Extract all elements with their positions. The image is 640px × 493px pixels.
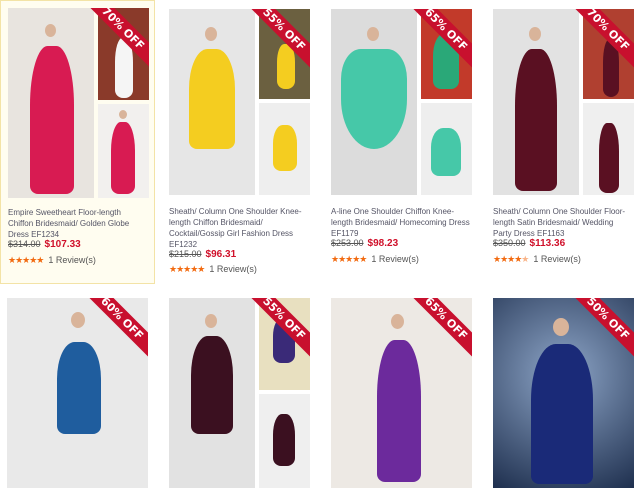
- rating-row: ★★★★★ 1 Review(s): [8, 255, 96, 266]
- rating-row: ★★★★★ 1 Review(s): [493, 254, 581, 265]
- thumb-photo-2: [98, 104, 149, 198]
- star-rating-icon: ★★★★★: [169, 264, 205, 274]
- sale-price: $96.31: [205, 249, 237, 260]
- product-title[interactable]: Sheath/ Column One Shoulder Knee-length …: [169, 206, 309, 250]
- discount-ribbon: 65% OFF: [408, 9, 472, 73]
- product-card-2[interactable]: 55% OFF Sheath/ Column One Shoulder Knee…: [162, 0, 317, 284]
- main-photo: [331, 9, 417, 195]
- price-block: $215.00 $96.31: [169, 249, 236, 260]
- thumb-photo-2: [259, 103, 310, 195]
- price-block: $314.00 $107.33: [8, 239, 81, 250]
- product-card-5[interactable]: 60% OFF: [0, 296, 155, 493]
- rating-row: ★★★★★ 1 Review(s): [331, 254, 419, 265]
- product-card-6[interactable]: 55% OFF: [162, 296, 317, 493]
- star-rating-icon: ★★★★★: [493, 254, 529, 264]
- discount-ribbon: 70% OFF: [570, 9, 634, 73]
- discount-ribbon: 70% OFF: [85, 8, 149, 72]
- star-rating-icon: ★★★★★: [8, 255, 44, 265]
- product-card-3[interactable]: 65% OFF A-line One Shoulder Chiffon Knee…: [324, 0, 479, 284]
- original-price: $314.00: [8, 239, 41, 249]
- product-image-7[interactable]: 65% OFF: [331, 298, 472, 488]
- product-card-4[interactable]: 70% OFF Sheath/ Column One Shoulder Floo…: [486, 0, 640, 284]
- product-image-1[interactable]: 70% OFF: [8, 8, 149, 198]
- rating-row: ★★★★★ 1 Review(s): [169, 264, 257, 275]
- original-price: $215.00: [169, 249, 202, 259]
- sale-price: $113.36: [529, 238, 566, 249]
- product-image-8[interactable]: 50% OFF: [493, 298, 634, 488]
- main-photo: [169, 298, 255, 488]
- discount-ribbon: 65% OFF: [408, 298, 472, 362]
- product-title[interactable]: A-line One Shoulder Chiffon Knee-length …: [331, 206, 471, 239]
- product-image-6[interactable]: 55% OFF: [169, 298, 310, 488]
- sale-price: $98.23: [367, 238, 399, 249]
- thumb-photo-2: [421, 103, 472, 195]
- review-link[interactable]: 1 Review(s): [209, 264, 257, 274]
- original-price: $350.00: [493, 238, 526, 248]
- thumb-photo-2: [259, 394, 310, 488]
- main-photo: [8, 8, 94, 198]
- review-link[interactable]: 1 Review(s): [371, 254, 419, 264]
- product-image-5[interactable]: 60% OFF: [7, 298, 148, 488]
- product-image-4[interactable]: 70% OFF: [493, 9, 634, 195]
- price-block: $253.00 $98.23: [331, 238, 398, 249]
- discount-ribbon: 55% OFF: [246, 9, 310, 73]
- thumb-photo-2: [583, 103, 634, 195]
- product-title[interactable]: Empire Sweetheart Floor-length Chiffon B…: [8, 207, 148, 240]
- product-image-2[interactable]: 55% OFF: [169, 9, 310, 195]
- product-card-7[interactable]: 65% OFF: [324, 296, 479, 493]
- main-photo: [493, 9, 579, 195]
- main-photo: [169, 9, 255, 195]
- review-link[interactable]: 1 Review(s): [48, 255, 96, 265]
- sale-price: $107.33: [44, 239, 81, 250]
- discount-ribbon: 55% OFF: [246, 298, 310, 362]
- star-rating-icon: ★★★★★: [331, 254, 367, 264]
- discount-ribbon: 60% OFF: [84, 298, 148, 362]
- product-image-3[interactable]: 65% OFF: [331, 9, 472, 195]
- discount-ribbon: 50% OFF: [570, 298, 634, 362]
- product-title[interactable]: Sheath/ Column One Shoulder Floor-length…: [493, 206, 633, 239]
- dress-shape: [30, 46, 74, 194]
- original-price: $253.00: [331, 238, 364, 248]
- product-card-1[interactable]: 70% OFF Empire Sweetheart Floor-length C…: [0, 0, 155, 284]
- review-link[interactable]: 1 Review(s): [533, 254, 581, 264]
- price-block: $350.00 $113.36: [493, 238, 565, 249]
- product-card-8[interactable]: 50% OFF: [486, 296, 640, 493]
